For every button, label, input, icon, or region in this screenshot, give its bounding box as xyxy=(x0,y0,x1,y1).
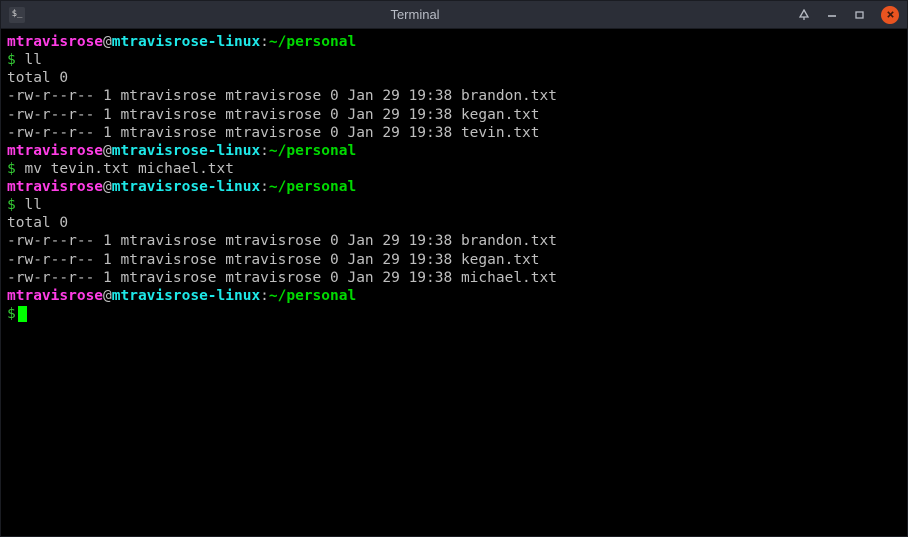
maximize-icon[interactable] xyxy=(853,8,867,22)
output-line: -rw-r--r-- 1 mtravisrose mtravisrose 0 J… xyxy=(7,269,901,287)
prompt-colon: : xyxy=(260,179,269,195)
command-line: $ mv tevin.txt michael.txt xyxy=(7,160,901,178)
terminal-content[interactable]: mtravisrose@mtravisrose-linux:~/personal… xyxy=(1,29,907,536)
command-text: ll xyxy=(24,52,41,68)
shell-prompt: mtravisrose@mtravisrose-linux:~/personal xyxy=(7,178,901,196)
input-line[interactable]: $ xyxy=(7,305,901,323)
output-line: -rw-r--r-- 1 mtravisrose mtravisrose 0 J… xyxy=(7,251,901,269)
prompt-symbol: $ xyxy=(7,197,16,213)
terminal-app-icon: $_ xyxy=(9,7,25,23)
prompt-colon: : xyxy=(260,34,269,50)
prompt-at: @ xyxy=(103,179,112,195)
prompt-path: ~/personal xyxy=(269,288,356,304)
prompt-symbol: $ xyxy=(7,306,16,322)
prompt-colon: : xyxy=(260,288,269,304)
shell-prompt: mtravisrose@mtravisrose-linux:~/personal xyxy=(7,33,901,51)
prompt-path: ~/personal xyxy=(269,179,356,195)
titlebar: $_ Terminal xyxy=(1,1,907,29)
shell-prompt: mtravisrose@mtravisrose-linux:~/personal xyxy=(7,287,901,305)
prompt-user: mtravisrose xyxy=(7,288,103,304)
output-line: -rw-r--r-- 1 mtravisrose mtravisrose 0 J… xyxy=(7,124,901,142)
terminal-app-icon-glyph: $_ xyxy=(12,10,23,19)
output-line: -rw-r--r-- 1 mtravisrose mtravisrose 0 J… xyxy=(7,232,901,250)
prompt-path: ~/personal xyxy=(269,143,356,159)
prompt-user: mtravisrose xyxy=(7,143,103,159)
keep-on-top-icon[interactable] xyxy=(797,8,811,22)
prompt-user: mtravisrose xyxy=(7,179,103,195)
close-icon[interactable] xyxy=(881,6,899,24)
output-line: total 0 xyxy=(7,69,901,87)
window-title: Terminal xyxy=(33,7,797,22)
minimize-icon[interactable] xyxy=(825,8,839,22)
prompt-symbol: $ xyxy=(7,52,16,68)
output-line: -rw-r--r-- 1 mtravisrose mtravisrose 0 J… xyxy=(7,106,901,124)
prompt-user: mtravisrose xyxy=(7,34,103,50)
prompt-at: @ xyxy=(103,143,112,159)
prompt-host: mtravisrose-linux xyxy=(112,34,260,50)
shell-prompt: mtravisrose@mtravisrose-linux:~/personal xyxy=(7,142,901,160)
prompt-at: @ xyxy=(103,34,112,50)
cursor-block xyxy=(18,306,27,322)
command-line: $ ll xyxy=(7,51,901,69)
terminal-window: $_ Terminal mtravisrose@mtravisrose-linu… xyxy=(0,0,908,537)
output-line: total 0 xyxy=(7,214,901,232)
command-line: $ ll xyxy=(7,196,901,214)
prompt-symbol: $ xyxy=(7,161,16,177)
prompt-colon: : xyxy=(260,143,269,159)
output-line: -rw-r--r-- 1 mtravisrose mtravisrose 0 J… xyxy=(7,87,901,105)
prompt-host: mtravisrose-linux xyxy=(112,143,260,159)
prompt-at: @ xyxy=(103,288,112,304)
prompt-host: mtravisrose-linux xyxy=(112,179,260,195)
window-controls xyxy=(797,6,899,24)
command-text: ll xyxy=(24,197,41,213)
prompt-host: mtravisrose-linux xyxy=(112,288,260,304)
prompt-path: ~/personal xyxy=(269,34,356,50)
command-text: mv tevin.txt michael.txt xyxy=(24,161,234,177)
